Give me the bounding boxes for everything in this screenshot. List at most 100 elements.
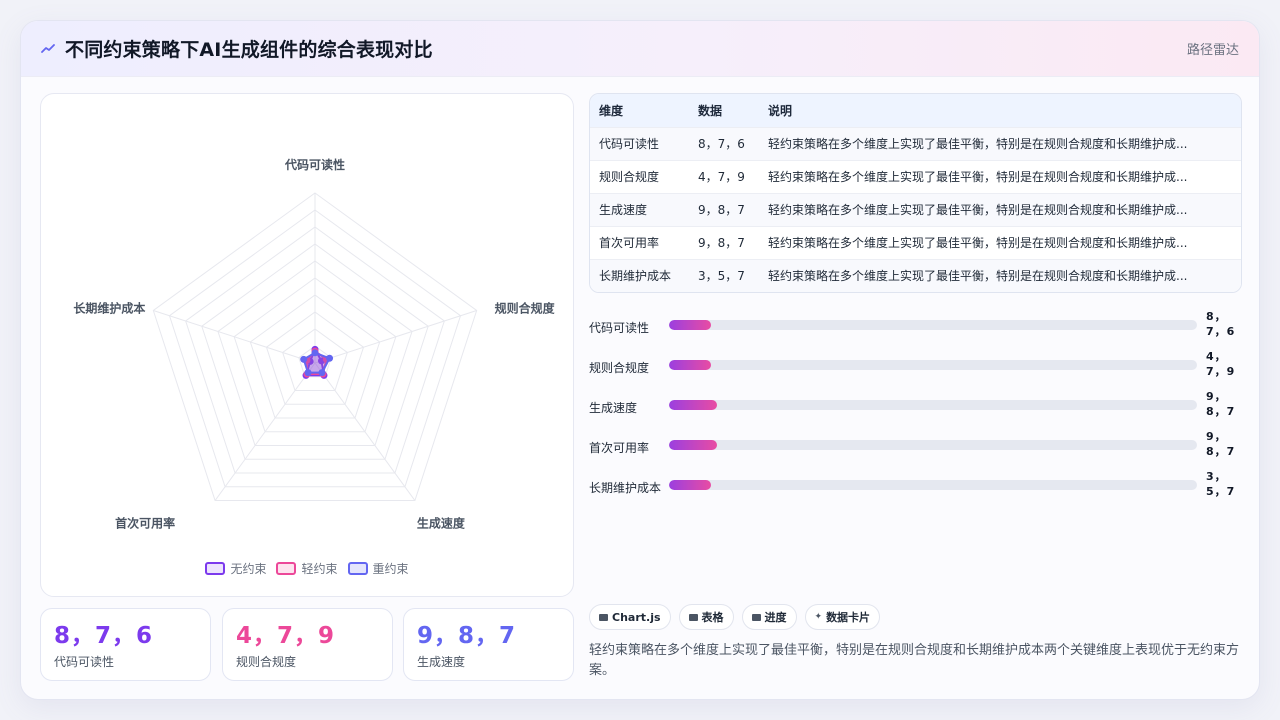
radar-chart: 代码可读性规则合规度生成速度 首次可用率 长期维护成本 (73, 157, 556, 531)
legend-label: 无约束 (230, 562, 267, 576)
legend-item-light[interactable]: 轻约束 (276, 560, 338, 577)
table-header-description: 说明 (768, 103, 793, 118)
table-header-row: 维度 数据 说明 (590, 94, 1241, 127)
progress-value: 9， 8，7 (1206, 429, 1246, 459)
table-cell: 8，7，6 (689, 126, 759, 160)
tag-data-card[interactable]: ✦ 数据卡片 (804, 604, 881, 630)
progress-value-line: 9， (1206, 430, 1227, 443)
legend-item-none[interactable]: 无约束 (205, 560, 266, 577)
table-cell: 代码可读性 (590, 126, 689, 160)
progress-row-compliance: 规则合规度 4， 7，9 (589, 345, 1249, 385)
table-cell: 轻约束策略在多个维度上实现了最佳平衡，特别是在规则合规度和长期维护成... (759, 126, 1241, 160)
tag-label: 进度 (764, 611, 787, 624)
table-cell: 首次可用率 (590, 225, 689, 259)
progress-track (669, 400, 1197, 410)
table-row: 长期维护成本 3，5，7 轻约束策略在多个维度上实现了最佳平衡，特别是在规则合规… (590, 258, 1241, 292)
table-cell: 3，5，7 (689, 258, 759, 292)
table-row: 首次可用率 9，8，7 轻约束策略在多个维度上实现了最佳平衡，特别是在规则合规度… (590, 225, 1241, 259)
stat-value: 9，8，7 (417, 623, 517, 649)
page-title: 不同约束策略下AI生成组件的综合表现对比 (65, 39, 433, 61)
progress-value-line: 7，6 (1206, 325, 1236, 338)
table-cell: 轻约束策略在多个维度上实现了最佳平衡，特别是在规则合规度和长期维护成... (759, 159, 1241, 193)
sparkle-icon: ✦ (814, 612, 823, 622)
table-cell: 轻约束策略在多个维度上实现了最佳平衡，特别是在规则合规度和长期维护成... (759, 225, 1241, 259)
page-subtitle: 路径雷达 (1186, 43, 1239, 58)
progress-label: 首次可用率 (589, 441, 650, 455)
radar-axis-label: 长期维护成本 (73, 300, 145, 315)
table-cell: 9，8，7 (689, 225, 759, 259)
stat-value: 4，7，9 (236, 623, 336, 649)
legend-item-heavy[interactable]: 重约束 (347, 560, 409, 577)
stat-card-compliance: 4，7，9 规则合规度 (222, 608, 393, 681)
radar-series-point (311, 349, 319, 357)
progress-value: 8， 7，6 (1206, 309, 1246, 339)
progress-value-line: 8，7 (1206, 405, 1236, 418)
progress-value-line: 3， (1206, 470, 1227, 483)
progress-fill (669, 480, 712, 490)
progress-value-line: 8，7 (1206, 445, 1236, 458)
table-header-data: 数据 (698, 103, 723, 118)
table-row: 代码可读性 8，7，6 轻约束策略在多个维度上实现了最佳平衡，特别是在规则合规度… (590, 126, 1241, 160)
radar-series-point (318, 369, 326, 377)
progress-value-line: 8， (1206, 310, 1227, 323)
progress-row-readability: 代码可读性 8， 7，6 (589, 305, 1249, 345)
data-table: 维度 数据 说明 代码可读性 8，7，6 轻约束策略在多个维度上实现了最佳平衡，… (590, 94, 1241, 292)
stat-label: 代码可读性 (54, 655, 115, 669)
radar-axis-label: 代码可读性 (284, 157, 345, 172)
legend-swatch (276, 562, 297, 575)
chart-line-icon (41, 43, 55, 53)
radar-axis-label: 规则合规度 (495, 300, 556, 315)
progress-label: 生成速度 (589, 401, 638, 415)
table-cell: 9，8，7 (689, 192, 759, 226)
data-table-card: 维度 数据 说明 代码可读性 8，7，6 轻约束策略在多个维度上实现了最佳平衡，… (589, 93, 1242, 293)
progress-value-line: 4， (1206, 350, 1227, 363)
tag-list: Chart.js 表格 进度 ✦ 数据卡片 (589, 604, 881, 630)
chart-legend: 无约束 轻约束 重约束 (41, 560, 573, 577)
legend-swatch (347, 562, 368, 575)
progress-row-speed: 生成速度 9， 8，7 (589, 385, 1249, 425)
radar-chart-card: 代码可读性 规则合规度 生成速度 首次可用率 长期维护成本 无约束 轻约束 重约束 (40, 93, 574, 597)
radar-spoke (314, 309, 477, 364)
radar-axis-label: 首次可用率 (115, 516, 175, 531)
progress-fill (669, 400, 717, 410)
progress-value: 9， 8，7 (1206, 389, 1246, 419)
progress-fill (669, 320, 712, 330)
radar-spoke (153, 309, 316, 364)
progress-row-first-use: 首次可用率 9， 8，7 (589, 425, 1249, 465)
stat-label: 规则合规度 (236, 655, 297, 669)
table-row: 规则合规度 4，7，9 轻约束策略在多个维度上实现了最佳平衡，特别是在规则合规度… (590, 159, 1241, 193)
table-row: 生成速度 9，8，7 轻约束策略在多个维度上实现了最佳平衡，特别是在规则合规度和… (590, 192, 1241, 226)
tag-label: Chart.js (612, 610, 661, 624)
chart-icon (599, 613, 608, 621)
header: 不同约束策略下AI生成组件的综合表现对比 路径雷达 (21, 21, 1259, 77)
table-cell: 长期维护成本 (590, 258, 689, 292)
table-cell: 轻约束策略在多个维度上实现了最佳平衡，特别是在规则合规度和长期维护成... (759, 192, 1241, 226)
tag-table[interactable]: 表格 (678, 604, 734, 630)
progress-track (669, 360, 1197, 370)
tag-chartjs[interactable]: Chart.js (589, 604, 671, 630)
progress-value-line: 5，7 (1206, 485, 1236, 498)
legend-label: 轻约束 (301, 562, 338, 576)
table-cell: 生成速度 (590, 192, 689, 226)
progress-track (669, 440, 1197, 450)
progress-track (669, 320, 1197, 330)
progress-value: 3， 5，7 (1206, 469, 1246, 499)
radar-series-point (300, 355, 308, 363)
stat-label: 生成速度 (417, 655, 466, 669)
legend-swatch (205, 562, 226, 575)
table-cell: 4，7，9 (689, 159, 759, 193)
progress-icon (751, 613, 761, 621)
progress-fill (669, 360, 712, 370)
radar-series-point (326, 354, 334, 362)
table-header-dimension: 维度 (599, 103, 624, 118)
tag-label: 数据卡片 (826, 611, 871, 624)
legend-label: 重约束 (372, 562, 409, 576)
table-cell: 轻约束策略在多个维度上实现了最佳平衡，特别是在规则合规度和长期维护成... (759, 258, 1241, 292)
title-wrap: 不同约束策略下AI生成组件的综合表现对比 (41, 35, 433, 62)
radar-series-point (304, 369, 312, 377)
progress-value-line: 7，9 (1206, 365, 1236, 378)
summary-text: 轻约束策略在多个维度上实现了最佳平衡，特别是在规则合规度和长期维护成本两个关键维… (589, 643, 1240, 678)
progress-label: 长期维护成本 (589, 481, 662, 495)
tag-progress[interactable]: 进度 (741, 604, 797, 630)
progress-track (669, 480, 1197, 490)
